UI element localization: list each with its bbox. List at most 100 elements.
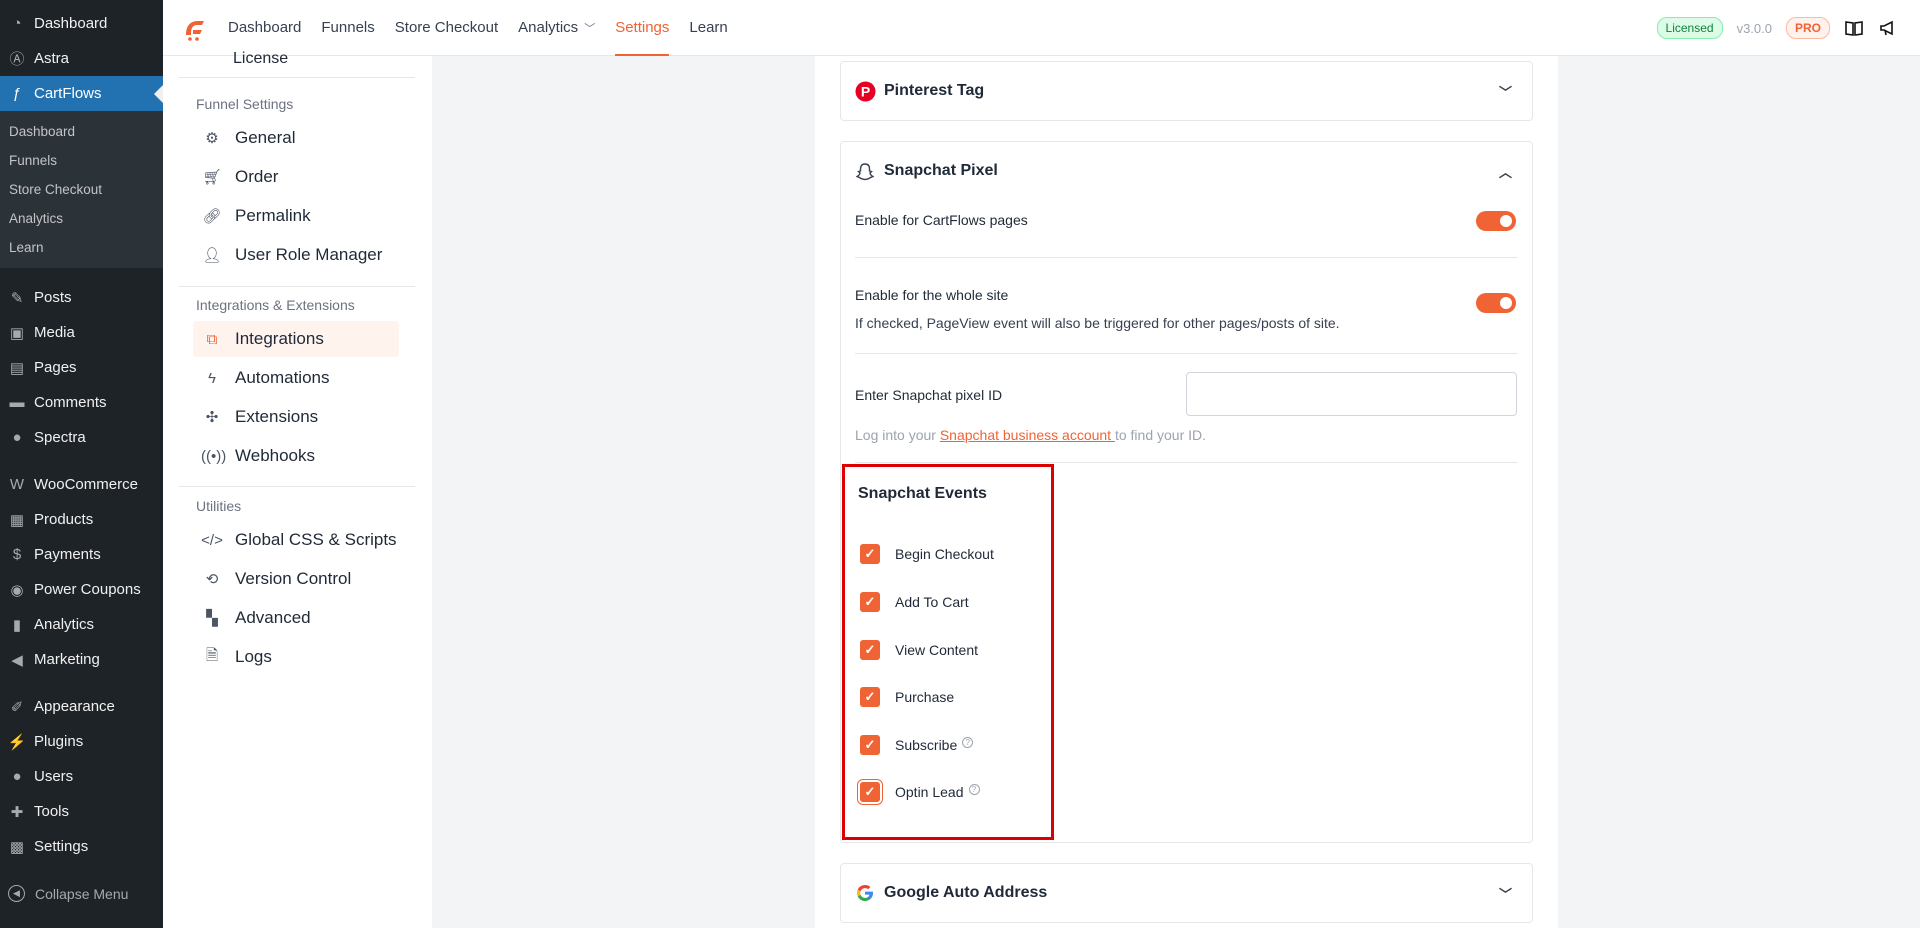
checkbox-checked-icon[interactable]: ✓ [860,592,880,612]
help-icon[interactable]: ? [968,783,980,795]
wp-menu-woocommerce[interactable]: W WooCommerce [0,467,163,502]
settings-item-advanced[interactable]: ▚ Advanced [193,600,399,636]
broadcast-icon: ((•)) [201,447,227,465]
settings-item-version-control[interactable]: ⟲ Version Control [193,561,399,597]
cartflows-submenu: Dashboard Funnels Store Checkout Analyti… [0,111,163,268]
pixel-id-label: Enter Snapchat pixel ID [855,387,1003,403]
user-icon: 👤︎ [202,247,222,264]
megaphone-icon[interactable] [1878,18,1898,38]
pinterest-accordion-header[interactable]: P Pinterest Tag ﹀ [841,62,1532,120]
submenu-dashboard[interactable]: Dashboard [0,117,163,146]
wp-menu-analytics[interactable]: ▮ Analytics [0,607,163,642]
link-icon: 🔗︎ [202,208,222,225]
checkbox-checked-icon[interactable]: ✓ [860,782,880,802]
enable-site-label: Enable for the whole site [855,287,1009,303]
analytics-icon: ▮ [12,616,22,634]
submenu-funnels[interactable]: Funnels [0,146,163,175]
wp-menu-tools[interactable]: ✚ Tools [0,794,163,829]
event-purchase[interactable]: ✓ Purchase [860,687,954,707]
snapchat-accordion: Snapchat Pixel ︿ Enable for CartFlows pa… [840,141,1533,843]
funnel-settings-heading: Funnel Settings [196,96,294,112]
settings-item-automations[interactable]: ϟ Automations [193,360,399,396]
enable-site-help: If checked, PageView event will also be … [855,315,1340,331]
submenu-learn[interactable]: Learn [0,233,163,262]
settings-item-logs[interactable]: 🗎︎ Logs [193,639,399,675]
chevron-up-icon[interactable]: ︿ [1499,162,1512,181]
enable-pages-toggle[interactable] [1476,211,1516,231]
wp-menu-pages[interactable]: ▤ Pages [0,350,163,385]
astra-icon: Ⓐ [9,51,25,68]
checkbox-checked-icon[interactable]: ✓ [860,544,880,564]
google-auto-address-header[interactable]: Google Auto Address ﹀ [841,864,1532,922]
integrations-heading: Integrations & Extensions [196,297,355,313]
chevron-down-icon[interactable]: ﹀ [1499,82,1512,101]
wp-menu-appearance[interactable]: ✐ Appearance [0,689,163,724]
settings-item-global-css[interactable]: </> Global CSS & Scripts [193,522,399,558]
topnav-dashboard[interactable]: Dashboard [228,0,301,56]
topnav-store-checkout[interactable]: Store Checkout [395,0,498,56]
svg-text:P: P [860,83,869,99]
utilities-heading: Utilities [196,498,242,514]
wp-menu-marketing[interactable]: ◀ Marketing [0,642,163,677]
snapchat-business-account-link[interactable]: Snapchat business account [940,427,1115,443]
document-icon: 🗎︎ [205,646,219,664]
wp-menu-settings[interactable]: ▩ Settings [0,829,163,864]
chevron-down-icon[interactable]: ﹀ [1499,884,1512,903]
version-control-icon: ⟲ [205,571,219,588]
book-icon[interactable] [1844,18,1864,38]
settings-item-order[interactable]: 🛒︎ Order [193,159,399,195]
topnav-funnels[interactable]: Funnels [321,0,374,56]
settings-item-permalink[interactable]: 🔗︎ Permalink [193,198,399,234]
appearance-icon: ✐ [10,698,24,716]
wp-menu-spectra[interactable]: ● Spectra [0,420,163,455]
wp-menu-products[interactable]: ▦ Products [0,502,163,537]
event-subscribe[interactable]: ✓ Subscribe? [860,735,974,755]
wp-menu-cartflows[interactable]: ƒ CartFlows [0,76,163,111]
event-begin-checkout[interactable]: ✓ Begin Checkout [860,544,994,564]
wp-menu-power-coupons[interactable]: ◉ Power Coupons [0,572,163,607]
comments-icon: ▬ [9,394,25,411]
event-view-content[interactable]: ✓ View Content [860,640,978,660]
snapchat-accordion-header[interactable]: Snapchat Pixel ︿ [841,142,1532,200]
submenu-store-checkout[interactable]: Store Checkout [0,175,163,204]
collapse-menu-button[interactable]: ◀ Collapse Menu [0,876,163,911]
media-icon: ▣ [9,324,25,342]
settings-item-integrations[interactable]: ⧉ Integrations [193,321,399,357]
pin-icon: ✎ [10,289,24,307]
wp-menu-payments[interactable]: $ Payments [0,537,163,572]
pro-badge: PRO [1785,17,1830,39]
topnav-analytics[interactable]: Analytics ﹀ [518,0,595,56]
gear-icon: ⚙ [205,130,219,147]
settings-item-license[interactable]: License [233,50,288,68]
users-icon: ● [12,768,22,785]
checkbox-checked-icon[interactable]: ✓ [860,687,880,707]
settings-item-extensions[interactable]: ✣ Extensions [193,399,399,435]
event-add-to-cart[interactable]: ✓ Add To Cart [860,592,969,612]
grid-icon: ▚ [206,610,218,627]
cartflows-logo-icon[interactable] [182,15,208,41]
wp-menu-media[interactable]: ▣ Media [0,315,163,350]
wp-menu-comments[interactable]: ▬ Comments [0,385,163,420]
snapchat-pixel-id-input[interactable] [1186,372,1517,416]
cart-icon: 🛒︎ [202,169,222,186]
topnav-learn[interactable]: Learn [689,0,727,56]
wp-menu-dashboard[interactable]: ◔ Dashboard [0,6,163,41]
topnav-settings[interactable]: Settings [615,0,670,56]
event-optin-lead[interactable]: ✓ Optin Lead? [860,782,980,802]
settings-item-user-role-manager[interactable]: 👤︎ User Role Manager [193,237,399,273]
checkbox-checked-icon[interactable]: ✓ [860,640,880,660]
checkbox-checked-icon[interactable]: ✓ [860,735,880,755]
cartflows-top-bar: Dashboard Funnels Store Checkout Analyti… [163,0,1920,56]
wp-menu-plugins[interactable]: ⚡ Plugins [0,724,163,759]
dashboard-icon: ◔ [12,15,22,32]
megaphone-icon: ◀ [11,651,23,669]
enable-site-toggle[interactable] [1476,293,1516,313]
submenu-analytics[interactable]: Analytics [0,204,163,233]
settings-item-webhooks[interactable]: ((•)) Webhooks [193,438,399,474]
settings-item-general[interactable]: ⚙ General [193,120,399,156]
wp-menu-astra[interactable]: Ⓐ Astra [0,41,163,76]
help-icon[interactable]: ? [962,736,974,748]
wp-menu-users[interactable]: ● Users [0,759,163,794]
settings-icon: ▩ [9,838,25,856]
wp-menu-posts[interactable]: ✎ Posts [0,280,163,315]
